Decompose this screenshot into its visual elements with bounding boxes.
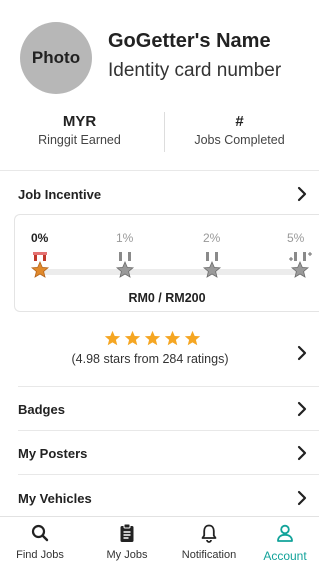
my-posters-row[interactable]: My Posters (0, 440, 319, 466)
chevron-right-icon (297, 445, 307, 461)
avatar-placeholder-text: Photo (31, 48, 81, 67)
ringgit-earned-value: MYR (62, 113, 97, 130)
bottom-nav: Find Jobs My Jobs Notification Account (0, 516, 319, 564)
chevron-right-icon (297, 401, 307, 417)
identity-card-number: Identity card number (108, 60, 282, 81)
profile-name: GoGetter's Name (108, 30, 271, 52)
ringgit-earned-label: Ringgit Earned (38, 133, 121, 147)
jobs-completed-stat: # Jobs Completed (160, 112, 319, 149)
jobs-completed-value: # (235, 113, 244, 130)
bell-icon (201, 524, 217, 543)
badges-row[interactable]: Badges (0, 396, 319, 422)
incentive-progress-track (39, 269, 299, 275)
nav-notification[interactable]: Notification (169, 517, 249, 564)
search-icon (31, 524, 49, 542)
star-icon (184, 330, 201, 346)
tier-percent-0: 0% (31, 231, 49, 245)
tier-percent-2: 2% (203, 231, 221, 245)
badges-label: Badges (18, 401, 65, 417)
tier-percent-3: 5% (287, 231, 305, 245)
jobs-completed-label: Jobs Completed (194, 133, 285, 147)
job-incentive-card[interactable]: 0% 1% 2% 5% RM0 / RM200 (14, 214, 319, 312)
my-vehicles-row[interactable]: My Vehicles (0, 485, 319, 511)
chevron-right-icon (297, 490, 307, 506)
star-icon (104, 330, 121, 346)
profile-header: Photo GoGetter's Name Identity card numb… (0, 0, 319, 108)
job-incentive-row[interactable]: Job Incentive (0, 180, 319, 208)
gray-medal-icon (202, 252, 222, 278)
ringgit-earned-stat: MYR Ringgit Earned (0, 112, 159, 149)
avatar[interactable]: Photo (20, 22, 92, 94)
user-icon (277, 524, 293, 542)
section-divider (18, 386, 319, 387)
rating-summary: (4.98 stars from 284 ratings) (71, 352, 229, 366)
nav-find-jobs-label: Find Jobs (16, 549, 64, 561)
my-vehicles-label: My Vehicles (18, 490, 92, 506)
nav-find-jobs[interactable]: Find Jobs (0, 517, 80, 564)
nav-my-jobs[interactable]: My Jobs (87, 517, 167, 564)
sparkle-medal-icon (289, 252, 312, 278)
star-icon (164, 330, 181, 346)
star-icon (124, 330, 141, 346)
rating-stars (104, 330, 201, 347)
rating-row[interactable]: (4.98 stars from 284 ratings) (0, 326, 319, 382)
stats-section: MYR Ringgit Earned # Jobs Completed (0, 108, 319, 164)
incentive-progress-text: RM0 / RM200 (128, 291, 206, 305)
nav-account[interactable]: Account (251, 517, 319, 564)
section-divider (0, 170, 319, 171)
my-posters-label: My Posters (18, 445, 88, 461)
nav-notification-label: Notification (181, 549, 237, 561)
job-incentive-label: Job Incentive (18, 186, 102, 202)
nav-my-jobs-label: My Jobs (106, 549, 148, 561)
section-divider (18, 474, 319, 475)
gold-medal-icon (30, 252, 50, 278)
tier-percent-1: 1% (116, 231, 134, 245)
chevron-right-icon (297, 186, 307, 202)
clipboard-icon (120, 523, 134, 542)
star-icon (144, 330, 161, 346)
chevron-right-icon (297, 345, 307, 361)
nav-account-label: Account (263, 549, 307, 563)
gray-medal-icon (115, 252, 135, 278)
section-divider (18, 430, 319, 431)
